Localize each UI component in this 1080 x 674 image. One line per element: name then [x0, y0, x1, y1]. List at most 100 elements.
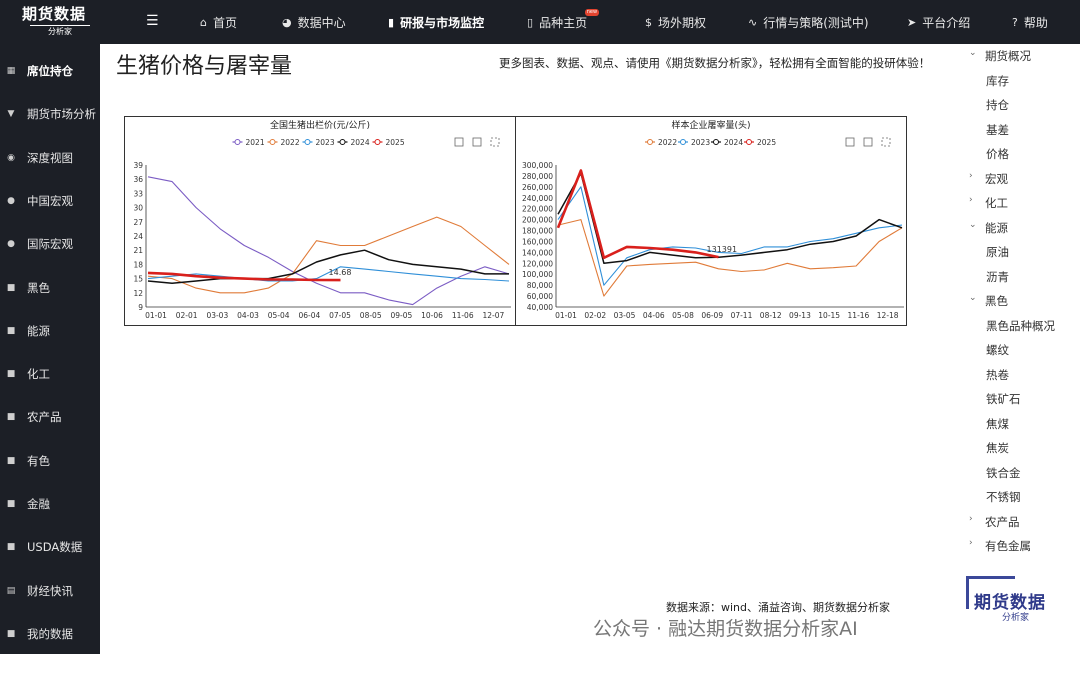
tree-item-16[interactable]: 焦炭 — [986, 440, 1009, 456]
sidebar-item-8[interactable]: ■ 农产品 — [0, 407, 100, 427]
sidebar-item-0[interactable]: ▦ 席位持仓 — [0, 61, 100, 81]
chart-hog-price: 全国生猪出栏价(元/公斤) 2021 2022 2023 2024 2025 9 12 15 18… — [124, 116, 516, 326]
nav-item-4[interactable]: $ 场外期权 — [645, 0, 706, 44]
logo-title: 期货数据 — [22, 5, 87, 23]
chart-title: 样本企业屠宰量(头) — [671, 119, 750, 131]
sidebar-item-12[interactable]: ▤ 财经快讯 — [0, 581, 100, 601]
tree-item-6[interactable]: › 化工 — [969, 195, 1008, 211]
y-tick-label: 220,000 — [522, 205, 553, 214]
sidebar-item-label: 有色 — [27, 453, 50, 468]
tree-item-8[interactable]: 原油 — [986, 244, 1009, 260]
y-tick-label: 260,000 — [522, 183, 553, 192]
y-tick-label: 160,000 — [522, 237, 553, 246]
nav-item-6[interactable]: ➤ 平台介绍 — [907, 0, 970, 44]
nav-item-3[interactable]: ▯ 品种主页 new — [527, 0, 600, 44]
tree-item-13[interactable]: 热卷 — [986, 367, 1009, 383]
tree-item-5[interactable]: › 宏观 — [969, 171, 1008, 187]
y-tick-label: 30 — [133, 204, 143, 213]
nav-item-2[interactable]: ▮ 研报与市场监控 — [388, 0, 484, 44]
x-tick-label: 05-08 — [672, 311, 694, 320]
sidebar-item-6[interactable]: ■ 能源 — [0, 321, 100, 341]
y-tick-label: 180,000 — [522, 227, 553, 236]
menu-toggle-icon[interactable]: ☰ — [146, 13, 159, 29]
tree-item-14[interactable]: 铁矿石 — [986, 391, 1021, 407]
nav-item-label: 场外期权 — [658, 15, 707, 30]
tree-item-0[interactable]: ⌄ 期货概况 — [969, 48, 1031, 64]
x-tick-label: 04-06 — [643, 311, 665, 320]
y-tick-label: 15 — [133, 275, 143, 284]
page-title: 生猪价格与屠宰量 — [116, 54, 293, 79]
sidebar-item-label: 能源 — [27, 323, 50, 338]
tree-item-2[interactable]: 持仓 — [986, 97, 1009, 113]
tree-item-label: 黑色品种概况 — [986, 318, 1055, 333]
tree-item-7[interactable]: ⌄ 能源 — [969, 220, 1008, 236]
tree-item-15[interactable]: 焦煤 — [986, 416, 1009, 432]
tree-item-3[interactable]: 基差 — [986, 122, 1009, 138]
x-tick-label: 11-06 — [452, 311, 474, 320]
tree-item-4[interactable]: 价格 — [986, 146, 1009, 162]
sidebar-item-2[interactable]: ◉ 深度视图 — [0, 148, 100, 168]
nav-item-0[interactable]: ⌂ 首页 — [200, 0, 237, 44]
slaughter-volume-chart-svg: 样本企业屠宰量(头) 2022 2023 2024 2025 40,000 60,000 80… — [522, 119, 904, 320]
tree-item-label: 基差 — [986, 122, 1009, 137]
logo-subtitle: 分析家 — [30, 25, 90, 37]
watermark-logo: 期货数据 分析家 — [966, 576, 1062, 626]
promo-text[interactable]: 更多图表、数据、观点、请使用《期货数据分析家》，轻松拥有全面智能的投研体验！ — [499, 55, 930, 71]
tree-item-12[interactable]: 螺纹 — [986, 342, 1009, 358]
x-tick-label: 06-04 — [298, 311, 320, 320]
grid-icon: ▦ — [6, 66, 16, 76]
globe-icon: ● — [7, 195, 15, 206]
sidebar-item-1[interactable]: ▼ 期货市场分析 — [0, 104, 100, 124]
x-tick-label: 02-01 — [176, 311, 198, 320]
sidebar-item-9[interactable]: ■ 有色 — [0, 451, 100, 471]
app-logo[interactable]: 期货数据 分析家 — [22, 5, 100, 39]
tree-item-11[interactable]: 黑色品种概况 — [986, 318, 1055, 334]
sidebar-item-label: USDA数据 — [27, 540, 83, 555]
send-icon: ➤ — [907, 15, 917, 29]
x-tick-label: 12-07 — [482, 311, 504, 320]
tree-item-10[interactable]: ⌄ 黑色 — [969, 293, 1008, 309]
watermark-logo-sub: 分析家 — [1002, 613, 1030, 623]
y-tick-label: 200,000 — [522, 216, 553, 225]
y-tick-label: 18 — [133, 260, 143, 269]
tree-item-17[interactable]: 铁合金 — [986, 465, 1021, 481]
x-tick-label: 01-01 — [555, 311, 577, 320]
sidebar-item-label: 深度视图 — [27, 150, 73, 165]
tree-item-18[interactable]: 不锈钢 — [986, 489, 1021, 505]
nav-item-label: 首页 — [212, 15, 237, 30]
eye-icon: ◉ — [7, 152, 15, 163]
sidebar-item-5[interactable]: ■ 黑色 — [0, 278, 100, 298]
nav-item-5[interactable]: ∿ 行情与策略(测试中) — [748, 0, 869, 44]
tree-item-label: 宏观 — [985, 171, 1008, 186]
sidebar-item-4[interactable]: ● 国际宏观 — [0, 234, 100, 254]
zoom-icon — [845, 137, 855, 147]
legend-label: 2021 — [246, 138, 265, 147]
data-label: 131391 — [707, 245, 738, 254]
series-line-2021 — [147, 176, 510, 306]
x-tick-label: 03-03 — [206, 311, 228, 320]
nav-item-7[interactable]: ? 帮助 — [1012, 0, 1048, 44]
sidebar-item-3[interactable]: ● 中国宏观 — [0, 191, 100, 211]
sidebar-item-10[interactable]: ■ 金融 — [0, 494, 100, 514]
tree-item-1[interactable]: 库存 — [986, 73, 1009, 89]
nav-item-1[interactable]: ◕ 数据中心 — [282, 0, 346, 44]
filter-icon: ▼ — [7, 109, 15, 120]
series-line-2022 — [147, 216, 510, 294]
tree-item-9[interactable]: 沥青 — [986, 269, 1009, 285]
tree-item-label: 黑色 — [985, 294, 1008, 308]
y-tick-label: 120,000 — [522, 259, 553, 268]
sidebar-item-label: 中国宏观 — [27, 193, 73, 208]
x-tick-label: 12-18 — [877, 311, 899, 320]
y-tick-label: 280,000 — [522, 172, 553, 181]
legend-label: 2022 — [281, 138, 300, 147]
legend-marker — [234, 139, 241, 145]
legend-marker — [680, 139, 686, 145]
tree-item-20[interactable]: › 有色金属 — [969, 538, 1031, 554]
cube-icon: ■ — [6, 369, 16, 380]
x-tick-label: 09-05 — [390, 311, 412, 320]
sidebar-item-13[interactable]: ■ 我的数据 — [0, 624, 100, 644]
sidebar-item-7[interactable]: ■ 化工 — [0, 364, 100, 384]
nav-item-label: 平台介绍 — [922, 15, 971, 30]
sidebar-item-11[interactable]: ■ USDA数据 — [0, 537, 100, 557]
tree-item-19[interactable]: › 农产品 — [969, 514, 1020, 530]
